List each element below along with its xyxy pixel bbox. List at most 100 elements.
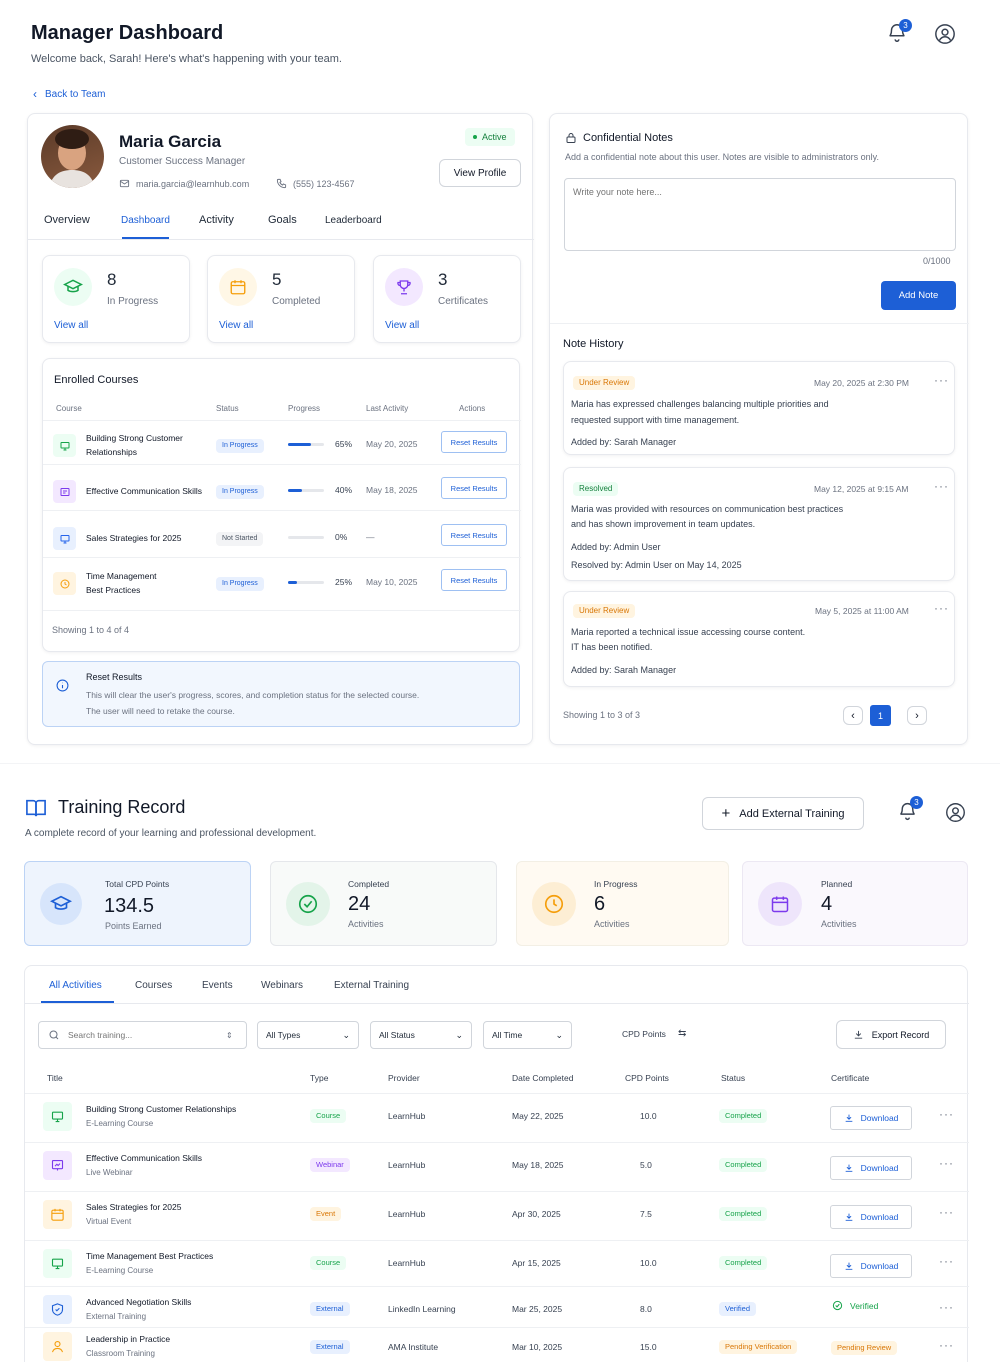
search-input[interactable] [68, 1030, 218, 1040]
training-title-text[interactable]: Building Strong Customer Relationships [86, 1104, 236, 1114]
download-certificate-button[interactable]: Download [830, 1106, 912, 1130]
reset-results-button[interactable]: Reset Results [441, 569, 507, 591]
monitor-icon [43, 1102, 72, 1131]
tab-overview[interactable]: Overview [44, 214, 90, 226]
tab-all-activities[interactable]: All Activities [49, 980, 102, 991]
monitor-icon [43, 1249, 72, 1278]
export-record-button[interactable]: Export Record [836, 1020, 946, 1049]
prev-page-button[interactable]: ‹ [843, 706, 863, 725]
view-profile-button[interactable]: View Profile [439, 159, 521, 187]
progress-label: 25% [335, 577, 353, 587]
stat-view-all-link[interactable]: View all [54, 320, 88, 331]
add-note-button[interactable]: Add Note [881, 281, 956, 310]
kpi-label: In Progress [594, 879, 638, 889]
tab-activity[interactable]: Activity [199, 214, 234, 226]
col-status: Status [721, 1073, 746, 1083]
training-title-text[interactable]: Leadership in Practice [86, 1334, 170, 1344]
row-more-icon[interactable]: ··· [939, 1205, 954, 1219]
row-more-icon[interactable]: ··· [939, 1107, 954, 1121]
trophy-icon [385, 268, 423, 306]
search-box[interactable]: ⇕ [38, 1021, 247, 1049]
note-more-icon[interactable]: ··· [934, 601, 949, 615]
next-page-button[interactable]: › [907, 706, 927, 725]
download-certificate-button[interactable]: Download [830, 1254, 912, 1278]
course-name-line1: Building Strong Customer [86, 433, 183, 443]
row-more-icon[interactable]: ··· [939, 1254, 954, 1268]
kpi-value: 24 [348, 893, 371, 915]
training-provider: LinkedIn Learning [388, 1304, 456, 1314]
row-more-icon[interactable]: ··· [939, 1156, 954, 1170]
filter-time-select[interactable]: All Time ⌄ [483, 1021, 572, 1049]
tab-goals[interactable]: Goals [268, 214, 297, 226]
filter-status-select[interactable]: All Status ⌄ [370, 1021, 472, 1049]
reset-info-box: Reset Results This will clear the user's… [42, 661, 520, 727]
kpi-sub: Activities [821, 919, 857, 929]
reset-results-button[interactable]: Reset Results [441, 477, 507, 499]
notification-button[interactable]: 3 [886, 19, 912, 46]
add-external-training-button[interactable]: + Add External Training [702, 797, 864, 830]
course-name[interactable]: Effective Communication Skills [86, 484, 211, 498]
row-more-icon[interactable]: ··· [939, 1300, 954, 1314]
tab-courses[interactable]: Courses [135, 980, 172, 991]
note-text-line1: Maria reported a technical issue accessi… [571, 627, 806, 637]
download-certificate-button[interactable]: Download [830, 1205, 912, 1229]
note-date: May 12, 2025 at 9:15 AM [814, 484, 909, 494]
tab-events[interactable]: Events [202, 980, 233, 991]
reset-info-title: Reset Results [86, 672, 143, 682]
progress-bar [288, 443, 324, 446]
kpi-value: 134.5 [104, 895, 155, 917]
note-more-icon[interactable]: ··· [934, 373, 949, 387]
note-history-title: Note History [563, 338, 624, 350]
tab-external-training[interactable]: External Training [334, 980, 409, 991]
tab-webinars[interactable]: Webinars [261, 980, 303, 991]
course-name[interactable]: Time Management Best Practices [86, 569, 211, 597]
course-name[interactable]: Sales Strategies for 2025 [86, 531, 211, 545]
training-title-text[interactable]: Effective Communication Skills [86, 1153, 202, 1163]
note-textarea[interactable] [564, 178, 956, 251]
course-name[interactable]: Building Strong Customer Relationships [86, 431, 211, 459]
note-more-icon[interactable]: ··· [934, 479, 949, 493]
stat-card-completed[interactable]: 5 Completed View all [207, 255, 355, 343]
training-user-avatar-button[interactable] [945, 802, 966, 823]
kpi-value: 6 [594, 893, 606, 915]
status-badge: Active [465, 128, 515, 146]
download-icon [845, 1262, 852, 1270]
training-row: Time Management Best Practices E-Learnin… [25, 1240, 969, 1286]
training-title-text[interactable]: Sales Strategies for 2025 [86, 1202, 181, 1212]
page-1-button[interactable]: 1 [870, 705, 891, 726]
training-notification-button[interactable]: 3 [897, 796, 923, 823]
download-icon [845, 1213, 852, 1221]
cpd-points-sort[interactable]: CPD Points ⇆ [622, 1028, 686, 1039]
training-provider: LearnHub [388, 1111, 426, 1121]
stat-card-certificates[interactable]: 3 Certificates View all [373, 255, 521, 343]
stat-view-all-link[interactable]: View all [219, 320, 253, 331]
stat-card-in-progress[interactable]: 8 In Progress View all [42, 255, 190, 343]
tab-dashboard[interactable]: Dashboard [121, 215, 170, 226]
training-title-text[interactable]: Time Management Best Practices [86, 1251, 213, 1261]
profile-phone[interactable]: (555) 123-4567 [276, 178, 355, 189]
course-status-badge: In Progress [216, 577, 264, 591]
filter-status-value: All Status [379, 1030, 415, 1040]
col-last-activity: Last Activity [366, 404, 409, 413]
row-more-icon[interactable]: ··· [939, 1338, 954, 1352]
reset-results-button[interactable]: Reset Results [441, 524, 507, 546]
download-certificate-button[interactable]: Download [830, 1156, 912, 1180]
kpi-sub: Points Earned [105, 921, 162, 931]
back-link[interactable]: ‹ Back to Team [33, 87, 105, 101]
course-name-line1: Time Management [86, 571, 157, 581]
filter-type-select[interactable]: All Types ⌄ [257, 1021, 359, 1049]
stat-view-all-link[interactable]: View all [385, 320, 419, 331]
training-title-text[interactable]: Advanced Negotiation Skills [86, 1297, 191, 1307]
enrolled-courses-card: Enrolled Courses Course Status Progress … [42, 358, 521, 652]
calendar-icon [219, 268, 257, 306]
download-icon [845, 1164, 852, 1172]
course-status-badge: In Progress [216, 439, 264, 453]
training-row: Leadership in Practice Classroom Trainin… [25, 1327, 969, 1362]
training-sub-text: E-Learning Course [86, 1266, 154, 1275]
profile-email[interactable]: maria.garcia@learnhub.com [119, 178, 249, 189]
status-dot-icon [473, 135, 477, 139]
tab-leaderboard[interactable]: Leaderboard [325, 215, 382, 226]
reset-results-button[interactable]: Reset Results [441, 431, 507, 453]
course-row: Time Management Best Practices In Progre… [43, 566, 521, 606]
user-avatar-button[interactable] [934, 23, 956, 45]
